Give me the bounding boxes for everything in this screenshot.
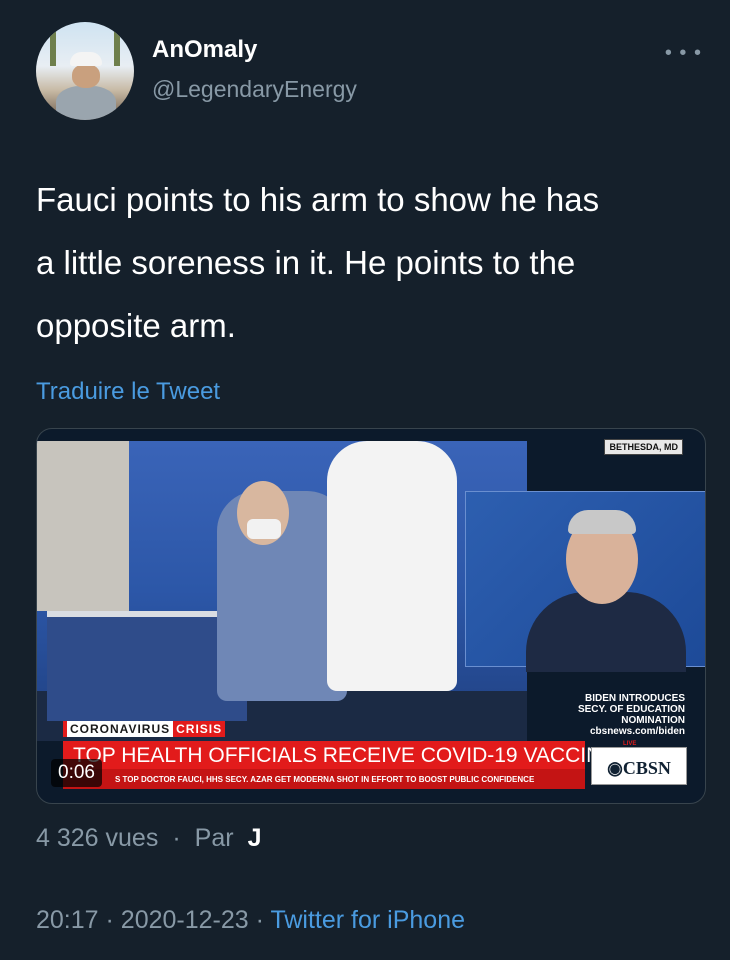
network-logo: ◉CBSN bbox=[591, 747, 687, 785]
side-caption: BIDEN INTRODUCES SECY. OF EDUCATION NOMI… bbox=[578, 693, 685, 737]
by-value[interactable]: J bbox=[248, 824, 262, 853]
avatar-body bbox=[56, 86, 116, 120]
avatar[interactable] bbox=[36, 22, 134, 120]
headline: TOP HEALTH OFFICIALS RECEIVE COVID-19 VA… bbox=[73, 744, 616, 767]
inset-frame bbox=[465, 491, 705, 672]
tweet-meta: 20:17 · 2020-12-23 · Twitter for iPhone bbox=[36, 906, 465, 935]
more-dots-icon[interactable]: • • • bbox=[665, 42, 702, 65]
topic-right: CRISIS bbox=[173, 721, 226, 737]
topic-bug: CORONAVIRUS CRISIS bbox=[63, 721, 226, 737]
lower-third: TOP HEALTH OFFICIALS RECEIVE COVID-19 VA… bbox=[63, 741, 615, 789]
meta-separator: · bbox=[105, 906, 114, 934]
inset-hair bbox=[568, 510, 636, 534]
bystander bbox=[37, 441, 129, 611]
white-coat-person bbox=[327, 441, 457, 691]
tweet-line: opposite arm. bbox=[36, 307, 236, 344]
avatar-face bbox=[72, 64, 100, 88]
tweet-time[interactable]: 20:17 bbox=[36, 906, 99, 934]
video-frame-scene bbox=[37, 441, 527, 741]
author-name[interactable]: AnOmaly bbox=[152, 36, 257, 64]
meta-separator: · bbox=[255, 906, 264, 934]
palm-tree-left bbox=[50, 26, 56, 66]
inset-suit bbox=[526, 592, 686, 672]
avatar-cap bbox=[70, 52, 102, 66]
palm-tree-right bbox=[114, 26, 120, 66]
cbs-eye-icon: ◉ bbox=[607, 758, 623, 778]
location-tag: BETHESDA, MD bbox=[604, 439, 683, 455]
translate-link[interactable]: Traduire le Tweet bbox=[36, 378, 220, 406]
side-caption-url: cbsnews.com/biden bbox=[589, 726, 685, 737]
tweet-source[interactable]: Twitter for iPhone bbox=[270, 906, 465, 934]
side-caption-line: SECY. OF EDUCATION bbox=[577, 704, 685, 715]
author-handle[interactable]: @LegendaryEnergy bbox=[152, 76, 357, 103]
topic-left: CORONAVIRUS bbox=[63, 721, 174, 737]
subline: S TOP DOCTOR FAUCI, HHS SECY. AZAR GET M… bbox=[63, 769, 585, 789]
stats-separator: · bbox=[172, 824, 181, 852]
by-label: Par bbox=[194, 824, 234, 852]
video-player[interactable]: BETHESDA, MD BIDEN INTRODUCES SECY. OF E… bbox=[36, 428, 706, 804]
tweet-stats: 4 326 vues · Par J bbox=[36, 824, 261, 853]
face-mask bbox=[247, 519, 281, 539]
video-timer: 0:06 bbox=[51, 759, 102, 787]
tweet-line: Fauci points to his arm to show he has bbox=[36, 181, 600, 218]
view-count[interactable]: 4 326 vues bbox=[36, 824, 158, 853]
tweet-text: Fauci points to his arm to show he has a… bbox=[36, 168, 706, 357]
tweet-line: a little soreness in it. He points to th… bbox=[36, 244, 576, 281]
tweet-date[interactable]: 2020-12-23 bbox=[121, 906, 249, 934]
side-caption-line: NOMINATION bbox=[621, 715, 685, 726]
network-name: CBSN bbox=[622, 758, 671, 778]
side-caption-line: BIDEN INTRODUCES bbox=[584, 693, 685, 704]
